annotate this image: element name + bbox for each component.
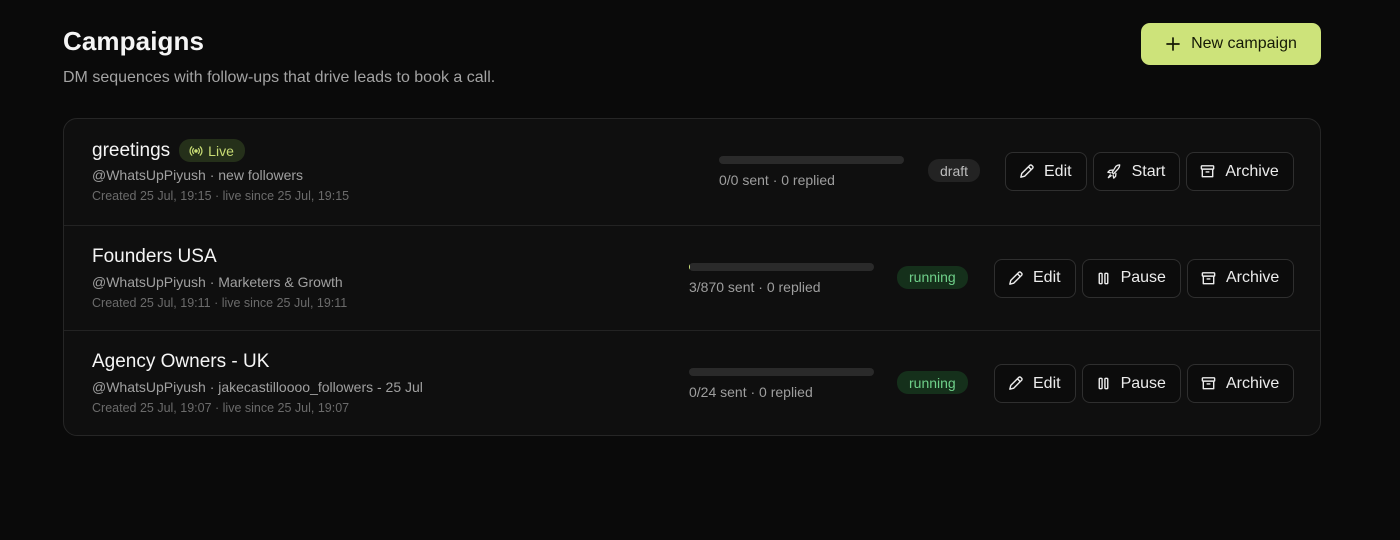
campaign-subline: @WhatsUpPiyush · Marketers & Growth xyxy=(92,273,343,290)
pause-label: Pause xyxy=(1120,269,1166,286)
campaign-meta: Created 25 Jul, 19:15 · live since 25 Ju… xyxy=(92,189,350,203)
edit-label: Edit xyxy=(1033,269,1061,286)
campaign-meta: Created 25 Jul, 19:07 · live since 25 Ju… xyxy=(92,401,350,415)
campaign-list: greetings Live @WhatsUpPiyush · new foll… xyxy=(63,118,1321,436)
campaign-row: Founders USA @WhatsUpPiyush · Marketers … xyxy=(64,224,1320,331)
edit-label: Edit xyxy=(1033,374,1061,392)
progress-bar xyxy=(689,368,874,376)
pencil-icon xyxy=(1009,270,1023,285)
pause-button[interactable]: Pause xyxy=(1081,258,1181,298)
rocket-icon xyxy=(1106,164,1120,179)
broadcast-icon xyxy=(189,145,203,156)
start-button[interactable]: Start xyxy=(1092,152,1181,191)
pause-label: Pause xyxy=(1120,374,1166,392)
sent-stats: 0/0 sent · 0 replied xyxy=(719,172,835,188)
pause-button[interactable]: Pause xyxy=(1081,364,1181,403)
archive-icon xyxy=(1201,271,1216,284)
edit-label: Edit xyxy=(1044,162,1072,180)
archive-button[interactable]: Archive xyxy=(1186,364,1295,403)
archive-label: Archive xyxy=(1225,162,1279,180)
campaign-meta: Created 25 Jul, 19:11 · live since 25 Ju… xyxy=(92,295,348,310)
campaign-name: greetings xyxy=(92,139,171,161)
archive-label: Archive xyxy=(1225,269,1280,286)
archive-icon xyxy=(1201,165,1215,178)
campaign-row: greetings Live @WhatsUpPiyush · new foll… xyxy=(64,119,1320,225)
progress-bar xyxy=(689,262,874,271)
campaign-row: Agency Owners - UK @WhatsUpPiyush · jake… xyxy=(64,330,1320,435)
start-label: Start xyxy=(1131,162,1166,180)
sent-stats: 0/24 sent · 0 replied xyxy=(689,384,813,400)
page-title: Campaigns xyxy=(63,26,205,56)
edit-button[interactable]: Edit xyxy=(994,258,1076,298)
archive-label: Archive xyxy=(1225,374,1280,392)
pause-icon xyxy=(1098,272,1109,284)
pencil-icon xyxy=(1009,376,1023,390)
status-badge: running xyxy=(897,371,968,394)
pause-icon xyxy=(1098,377,1109,390)
sent-stats: 3/870 sent · 0 replied xyxy=(689,278,821,295)
archive-button[interactable]: Archive xyxy=(1186,258,1295,298)
live-badge: Live xyxy=(179,139,245,162)
status-badge: draft xyxy=(928,159,981,182)
campaign-subline: @WhatsUpPiyush · new followers xyxy=(92,167,304,183)
progress-bar xyxy=(719,156,904,164)
edit-button[interactable]: Edit xyxy=(1005,152,1087,191)
status-badge: running xyxy=(897,265,968,289)
edit-button[interactable]: Edit xyxy=(994,364,1076,403)
pencil-icon xyxy=(1020,164,1034,178)
campaign-name: Agency Owners - UK xyxy=(92,351,270,372)
archive-button[interactable]: Archive xyxy=(1186,152,1294,191)
campaigns-page: Campaigns DM sequences with follow-ups t… xyxy=(0,0,1400,540)
live-badge-label: Live xyxy=(208,142,234,159)
new-campaign-button[interactable]: New campaign xyxy=(1141,23,1321,65)
plus-icon xyxy=(1166,37,1180,51)
campaign-name: Founders USA xyxy=(92,245,217,267)
page-subtitle: DM sequences with follow-ups that drive … xyxy=(63,69,496,86)
campaign-subline: @WhatsUpPiyush · jakecastilloooo_followe… xyxy=(92,379,423,395)
archive-icon xyxy=(1201,377,1216,390)
new-campaign-label: New campaign xyxy=(1191,35,1297,52)
